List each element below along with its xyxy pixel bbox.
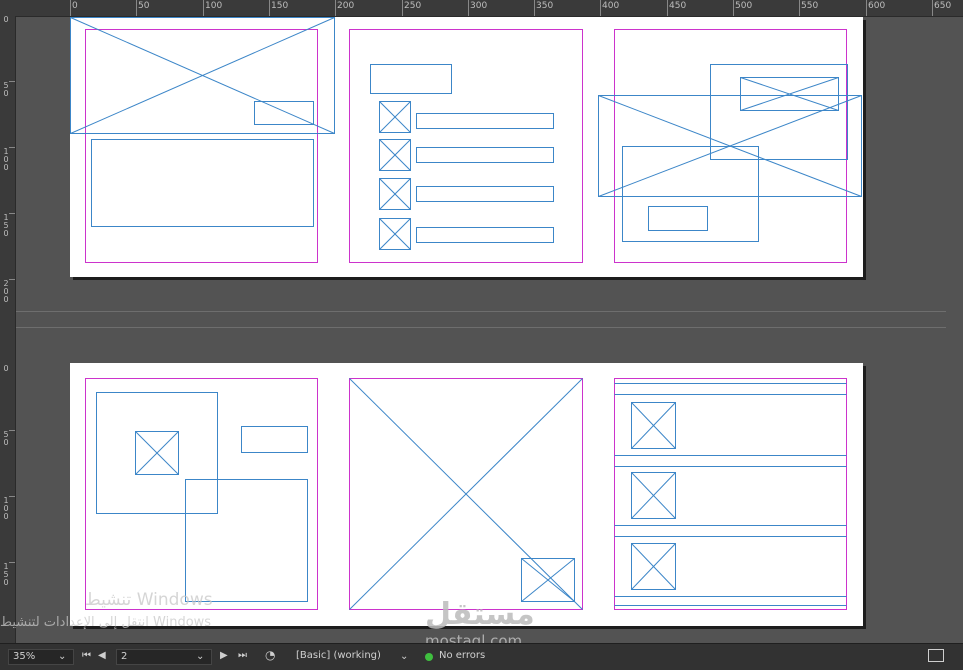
ruler-label: 0	[3, 163, 9, 172]
spread-2[interactable]	[70, 363, 863, 626]
text-frame[interactable]	[91, 139, 314, 227]
ruler-label: 0	[3, 295, 9, 304]
ruler-label: 300	[470, 1, 488, 11]
page-number-value: 2	[121, 651, 128, 662]
previous-page-icon[interactable]: ◀	[98, 650, 106, 661]
ruler-label: 50	[138, 1, 150, 11]
mostaql-arabic-logo: مستقل	[425, 597, 535, 632]
preflight-errors: No errors	[439, 650, 486, 661]
ruler-tick	[866, 0, 867, 16]
ruler-label: 0	[72, 1, 78, 11]
last-page-icon[interactable]: ⏭	[238, 650, 247, 661]
preflight-profile[interactable]: [Basic] (working)	[296, 650, 381, 661]
margin-guide	[614, 378, 847, 610]
text-frame[interactable]	[416, 186, 554, 202]
ruler-tick	[733, 0, 734, 16]
ruler-tick	[136, 0, 137, 16]
zoom-dropdown-icon[interactable]: ⌄	[58, 651, 66, 662]
text-frame[interactable]	[185, 479, 308, 602]
ruler-tick	[799, 0, 800, 16]
text-frame[interactable]	[254, 101, 314, 125]
ruler-label: 400	[602, 1, 620, 11]
spread-1[interactable]	[70, 17, 863, 277]
panel-toggle-icon[interactable]	[928, 649, 944, 662]
page-dropdown-icon[interactable]: ⌄	[196, 651, 204, 662]
margin-guide	[85, 378, 318, 610]
preflight-dropdown-icon[interactable]: ⌄	[400, 651, 408, 662]
next-page-icon[interactable]: ▶	[220, 650, 228, 661]
text-frame[interactable]	[648, 206, 708, 231]
spread-divider	[16, 311, 946, 312]
ruler-tick	[667, 0, 668, 16]
text-frame[interactable]	[241, 426, 308, 453]
ruler-label: 0	[3, 89, 9, 98]
ruler-label: 0	[3, 229, 9, 238]
mostaql-watermark: مستقل mostaql.com	[425, 600, 535, 649]
text-frame[interactable]	[416, 147, 554, 163]
status-ok-icon	[425, 653, 433, 661]
margin-guide	[85, 29, 318, 263]
ruler-label: 550	[801, 1, 819, 11]
ruler-label: 0	[3, 438, 9, 447]
ruler-label: 600	[868, 1, 886, 11]
windows-activation-title: تنشيط Windows	[85, 590, 213, 610]
horizontal-ruler[interactable]: 0 50 100 150 200 250 300 350 400 450 500…	[0, 0, 963, 17]
ruler-label: 0	[3, 512, 9, 521]
ruler-label: 350	[536, 1, 554, 11]
ruler-label: 650	[934, 1, 952, 11]
ruler-tick	[468, 0, 469, 16]
ruler-tick	[600, 0, 601, 16]
ruler-label: 0	[3, 15, 9, 24]
text-frame[interactable]	[370, 64, 452, 94]
ruler-tick	[402, 0, 403, 16]
ruler-label: 0	[3, 578, 9, 587]
spread-1-layout	[70, 17, 862, 263]
ruler-tick	[269, 0, 270, 16]
ruler-label: 100	[205, 1, 223, 11]
vertical-ruler[interactable]: 0 5 0 1 0 0 1 5 0 2 0 0 0 5 0 1 0 0 1 5 …	[0, 16, 16, 643]
ruler-label: 0	[3, 364, 9, 373]
ruler-label: 500	[735, 1, 753, 11]
text-frame[interactable]	[416, 113, 554, 129]
ruler-label: 150	[271, 1, 289, 11]
spread-2-layout	[85, 378, 847, 610]
ruler-tick	[70, 0, 71, 16]
ruler-tick	[335, 0, 336, 16]
ruler-tick	[203, 0, 204, 16]
ruler-label: 250	[404, 1, 422, 11]
spread-divider	[16, 327, 946, 328]
ruler-tick	[932, 0, 933, 16]
first-page-icon[interactable]: ⏮	[82, 650, 91, 661]
ruler-label: 450	[669, 1, 687, 11]
preflight-icon[interactable]: ◔	[265, 648, 275, 662]
windows-activation-subtitle: انتقل إلى الإعدادات لتنشيط Windows	[0, 615, 212, 630]
ruler-label: 200	[337, 1, 355, 11]
text-frame[interactable]	[416, 227, 554, 243]
ruler-tick	[534, 0, 535, 16]
zoom-value: 35%	[13, 651, 36, 662]
status-bar: 35% ⌄ ⏮ ◀ 2 ⌄ ▶ ⏭ ◔ [Basic] (working) ⌄ …	[0, 643, 963, 670]
